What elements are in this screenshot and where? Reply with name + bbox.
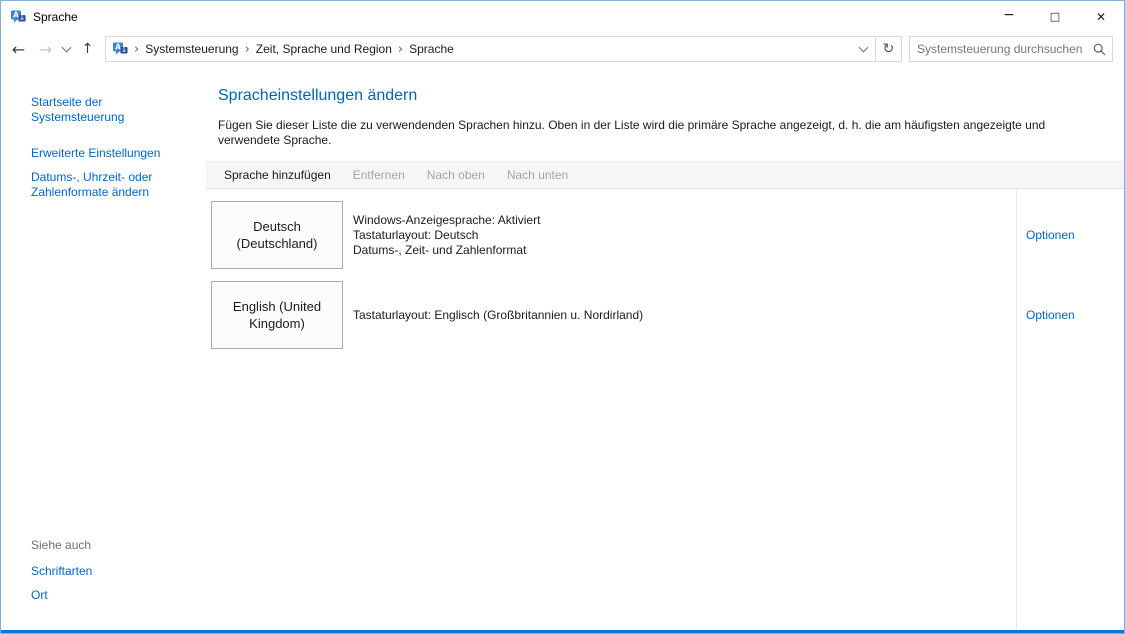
minimize-button[interactable]: − bbox=[986, 1, 1032, 32]
window-controls: − □ ✕ bbox=[986, 1, 1124, 32]
main-header: Spracheinstellungen ändern Fügen Sie die… bbox=[206, 69, 1124, 161]
sidebar-link-change-formats[interactable]: Datums-, Uhrzeit- oder Zahlenformate änd… bbox=[31, 170, 193, 200]
move-up-button[interactable]: Nach oben bbox=[416, 168, 496, 182]
up-icon: ↑ bbox=[82, 41, 94, 57]
svg-text:A: A bbox=[115, 43, 121, 52]
page-description: Fügen Sie dieser Liste die zu verwendend… bbox=[218, 118, 1109, 148]
add-language-button[interactable]: Sprache hinzufügen bbox=[213, 168, 342, 182]
chevron-down-icon bbox=[62, 42, 72, 52]
sidebar-link-fonts[interactable]: Schriftarten bbox=[31, 564, 193, 579]
move-down-button[interactable]: Nach unten bbox=[496, 168, 579, 182]
control-panel-icon: A ä bbox=[112, 41, 128, 57]
sidebar-link-control-panel-home[interactable]: Startseite der Systemsteuerung bbox=[31, 95, 193, 125]
sidebar-link-advanced-settings[interactable]: Erweiterte Einstellungen bbox=[31, 146, 193, 161]
sidebar: Startseite der Systemsteuerung Erweitert… bbox=[1, 69, 206, 633]
recent-locations-button[interactable] bbox=[59, 36, 74, 62]
svg-text:A: A bbox=[13, 10, 19, 19]
chevron-down-icon bbox=[858, 42, 868, 52]
content-area: Startseite der Systemsteuerung Erweitert… bbox=[1, 69, 1124, 633]
refresh-icon: ↻ bbox=[883, 41, 895, 57]
language-details-english: Tastaturlayout: Englisch (Großbritannien… bbox=[353, 281, 1017, 349]
refresh-button[interactable]: ↻ bbox=[876, 36, 902, 62]
svg-text:ä: ä bbox=[20, 15, 24, 22]
options-cell: Optionen bbox=[1017, 201, 1124, 269]
see-also-section: Siehe auch Schriftarten Ort bbox=[31, 538, 198, 612]
forward-button[interactable]: → bbox=[32, 36, 59, 62]
search-box bbox=[909, 36, 1113, 62]
up-button[interactable]: ↑ bbox=[74, 36, 101, 62]
detail-line: Tastaturlayout: Deutsch bbox=[353, 228, 1017, 243]
language-details-deutsch: Windows-Anzeigesprache: Aktiviert Tastat… bbox=[353, 201, 1017, 269]
breadcrumb-item-systemsteuerung[interactable]: Systemsteuerung bbox=[145, 42, 238, 56]
language-app-icon: A ä bbox=[10, 9, 26, 25]
window-title: Sprache bbox=[33, 10, 78, 24]
chevron-right-icon: › bbox=[392, 42, 409, 57]
search-icon[interactable] bbox=[1086, 37, 1112, 61]
language-toolbar: Sprache hinzufügen Entfernen Nach oben N… bbox=[206, 161, 1124, 189]
maximize-icon: □ bbox=[1050, 10, 1060, 23]
chevron-right-icon: › bbox=[239, 42, 256, 57]
title-bar[interactable]: A ä Sprache − □ ✕ bbox=[1, 1, 1124, 32]
address-dropdown-button[interactable] bbox=[851, 37, 875, 61]
main-panel: Spracheinstellungen ändern Fügen Sie die… bbox=[206, 69, 1124, 633]
detail-line: Datums-, Zeit- und Zahlenformat bbox=[353, 243, 1017, 258]
minimize-icon: − bbox=[1003, 7, 1015, 23]
search-input[interactable] bbox=[910, 42, 1086, 56]
language-tile-deutsch[interactable]: Deutsch (Deutschland) bbox=[211, 201, 343, 269]
language-row-english: English (United Kingdom) Tastaturlayout:… bbox=[211, 281, 1124, 349]
language-tile-english[interactable]: English (United Kingdom) bbox=[211, 281, 343, 349]
back-button[interactable]: ← bbox=[5, 36, 32, 62]
detail-line: Windows-Anzeigesprache: Aktiviert bbox=[353, 213, 1017, 228]
close-icon: ✕ bbox=[1096, 10, 1106, 24]
close-button[interactable]: ✕ bbox=[1078, 1, 1124, 32]
breadcrumb[interactable]: A ä › Systemsteuerung › Zeit, Sprache un… bbox=[105, 36, 876, 62]
language-row-deutsch: Deutsch (Deutschland) Windows-Anzeigespr… bbox=[211, 201, 1124, 269]
forward-icon: → bbox=[39, 40, 52, 59]
detail-line: Tastaturlayout: Englisch (Großbritannien… bbox=[353, 308, 1017, 323]
chevron-right-icon: › bbox=[128, 42, 145, 57]
language-list: Deutsch (Deutschland) Windows-Anzeigespr… bbox=[206, 189, 1124, 633]
sidebar-link-location[interactable]: Ort bbox=[31, 588, 193, 603]
options-cell: Optionen bbox=[1017, 281, 1124, 349]
remove-button[interactable]: Entfernen bbox=[342, 168, 416, 182]
back-icon: ← bbox=[12, 40, 25, 59]
breadcrumb-item-sprache[interactable]: Sprache bbox=[409, 42, 454, 56]
navigation-bar: ← → ↑ A ä › Systemsteuerung › Zeit, Spra… bbox=[1, 32, 1124, 69]
options-link-english[interactable]: Optionen bbox=[1026, 308, 1075, 322]
options-link-deutsch[interactable]: Optionen bbox=[1026, 228, 1075, 242]
window-accent-border bbox=[1, 630, 1124, 633]
svg-text:ä: ä bbox=[122, 47, 126, 54]
options-column-divider bbox=[1016, 189, 1017, 633]
breadcrumb-item-zeit-sprache-region[interactable]: Zeit, Sprache und Region bbox=[256, 42, 392, 56]
see-also-header: Siehe auch bbox=[31, 538, 198, 552]
control-panel-window: A ä Sprache − □ ✕ ← → ↑ A ä › Systemsteu… bbox=[0, 0, 1125, 634]
page-title: Spracheinstellungen ändern bbox=[218, 87, 1109, 105]
maximize-button[interactable]: □ bbox=[1032, 1, 1078, 32]
